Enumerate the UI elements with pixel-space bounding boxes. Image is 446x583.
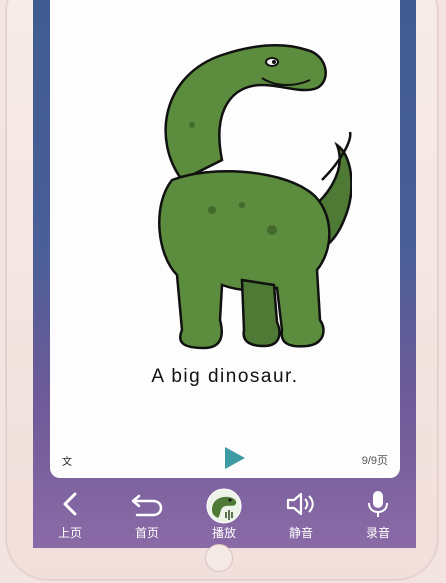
chevron-left-icon (63, 492, 77, 516)
return-arrow-icon (131, 494, 163, 517)
speaker-icon (286, 492, 314, 516)
page-counter: 9/9页 (361, 455, 388, 467)
play-audio-label: 播放 (211, 526, 236, 540)
home-page-label: 首页 (134, 526, 159, 540)
play-audio-button[interactable]: 播放 (192, 484, 256, 544)
prev-page-button[interactable]: 上页 (38, 484, 102, 544)
dinosaur-avatar-icon (206, 488, 242, 524)
microphone-icon (368, 491, 388, 517)
reader-toolbar: 上页 首页 播放 静音 录音 (33, 484, 416, 544)
text-toggle-button[interactable]: 文 (62, 453, 72, 468)
reader-screen: A big dinosaur. 文 9/9页 上页 首页 播放 静音 录音 (33, 0, 416, 548)
device-home-button[interactable] (205, 544, 233, 572)
mute-label: 静音 (288, 526, 313, 540)
prev-page-label: 上页 (57, 526, 82, 540)
record-button[interactable]: 录音 (346, 484, 410, 544)
dinosaur-illustration (158, 44, 352, 350)
mute-button[interactable]: 静音 (269, 484, 333, 544)
home-page-button[interactable]: 首页 (115, 484, 179, 544)
book-page: A big dinosaur. 文 9/9页 (50, 0, 400, 478)
record-label: 录音 (365, 526, 390, 540)
story-caption: A big dinosaur. (151, 366, 299, 387)
play-icon[interactable] (221, 445, 247, 471)
